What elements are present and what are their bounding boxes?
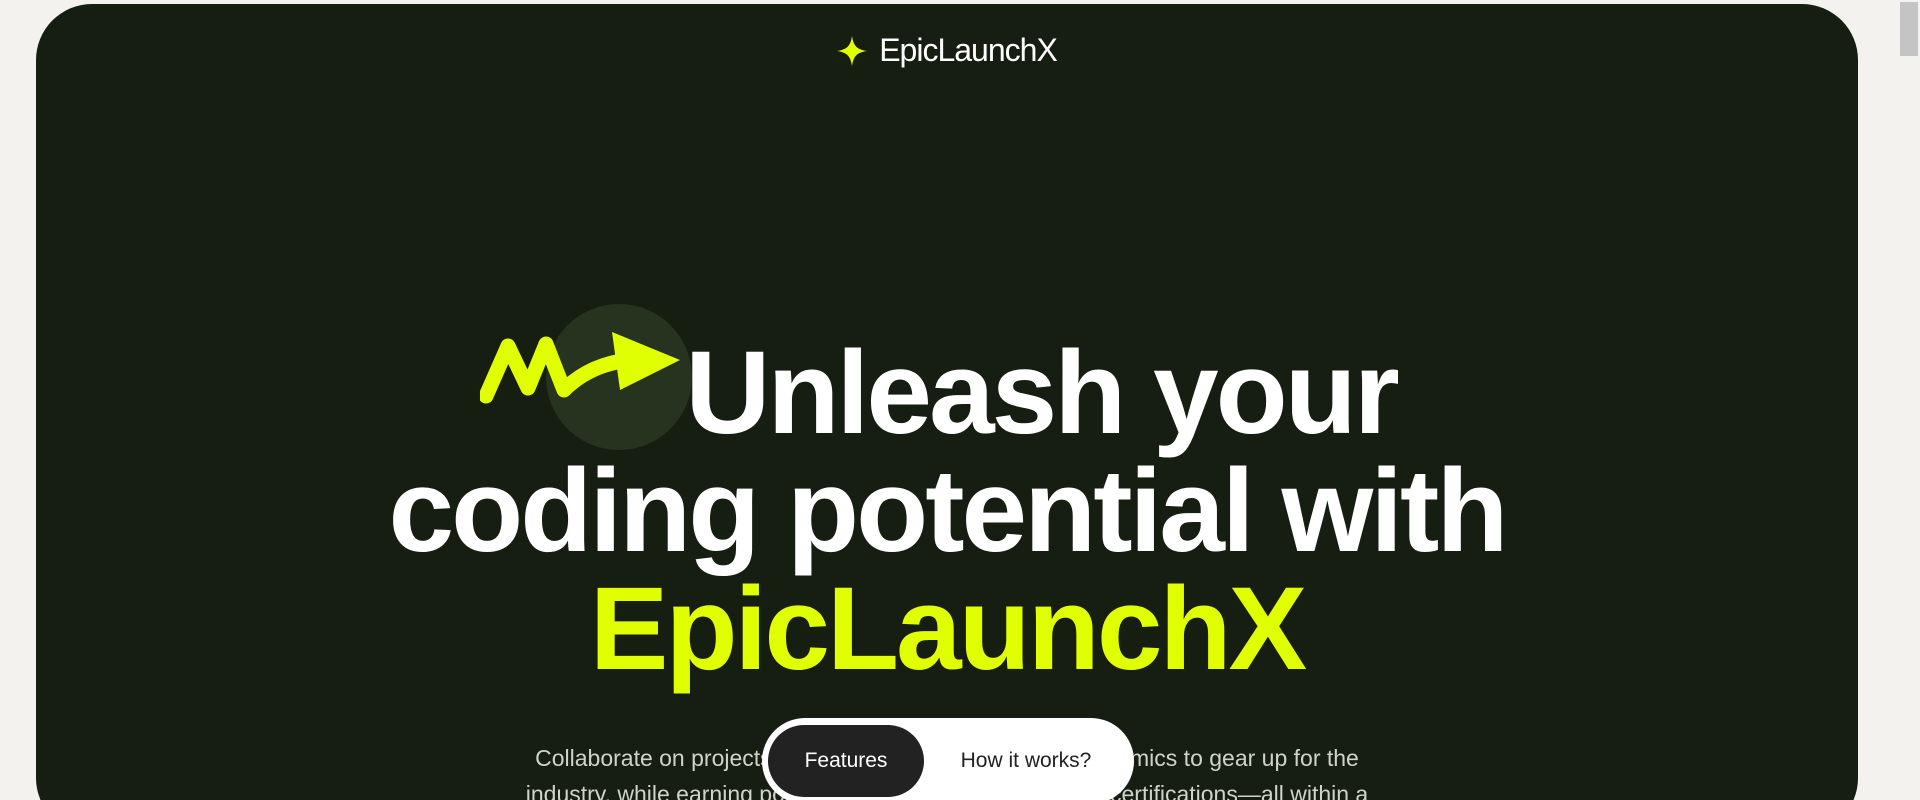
description-line-2-left: industry, while earning poi: [525, 781, 790, 800]
tab-features[interactable]: Features: [768, 725, 924, 797]
headline-accent: EpicLaunchX: [589, 563, 1307, 695]
headline-line-2: coding potential with: [388, 445, 1509, 577]
description-line-1-left: Collaborate on projects t: [535, 745, 785, 771]
brand-name: EpicLaunchX: [879, 32, 1058, 68]
headline-text-1: Unleash your: [685, 327, 1400, 459]
sparkle-star-icon: [837, 35, 868, 66]
description-line-1-right: namics to gear up for the: [1104, 745, 1359, 771]
scrollbar-thumb[interactable]: [1900, 2, 1918, 56]
headline-line-1: Unleash your: [36, 334, 1858, 452]
brand-logo[interactable]: EpicLaunchX: [36, 32, 1858, 69]
section-tab-bar: Features How it works?: [762, 718, 1134, 800]
hero-headline: Unleash your coding potential with EpicL…: [36, 334, 1858, 688]
description-line-2-right: certifications—all within a: [1110, 781, 1369, 800]
tab-how-it-works[interactable]: How it works?: [924, 725, 1128, 797]
hero-section: EpicLaunchX Unleash your coding potentia…: [36, 4, 1858, 800]
landing-page: EpicLaunchX Unleash your coding potentia…: [0, 0, 1920, 800]
vertical-scrollbar[interactable]: [1898, 0, 1920, 800]
